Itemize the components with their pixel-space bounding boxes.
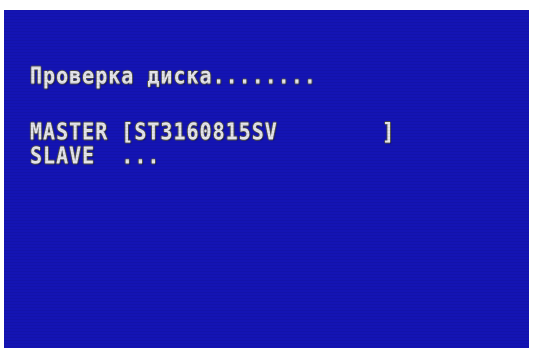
- bios-screen: Проверка диска........ MASTER [ST3160815…: [4, 10, 529, 348]
- master-drive-line: MASTER [ST3160815SV ]: [30, 117, 396, 146]
- slave-drive-line: SLAVE ...: [30, 141, 161, 170]
- disk-check-title: Проверка диска........: [30, 61, 317, 90]
